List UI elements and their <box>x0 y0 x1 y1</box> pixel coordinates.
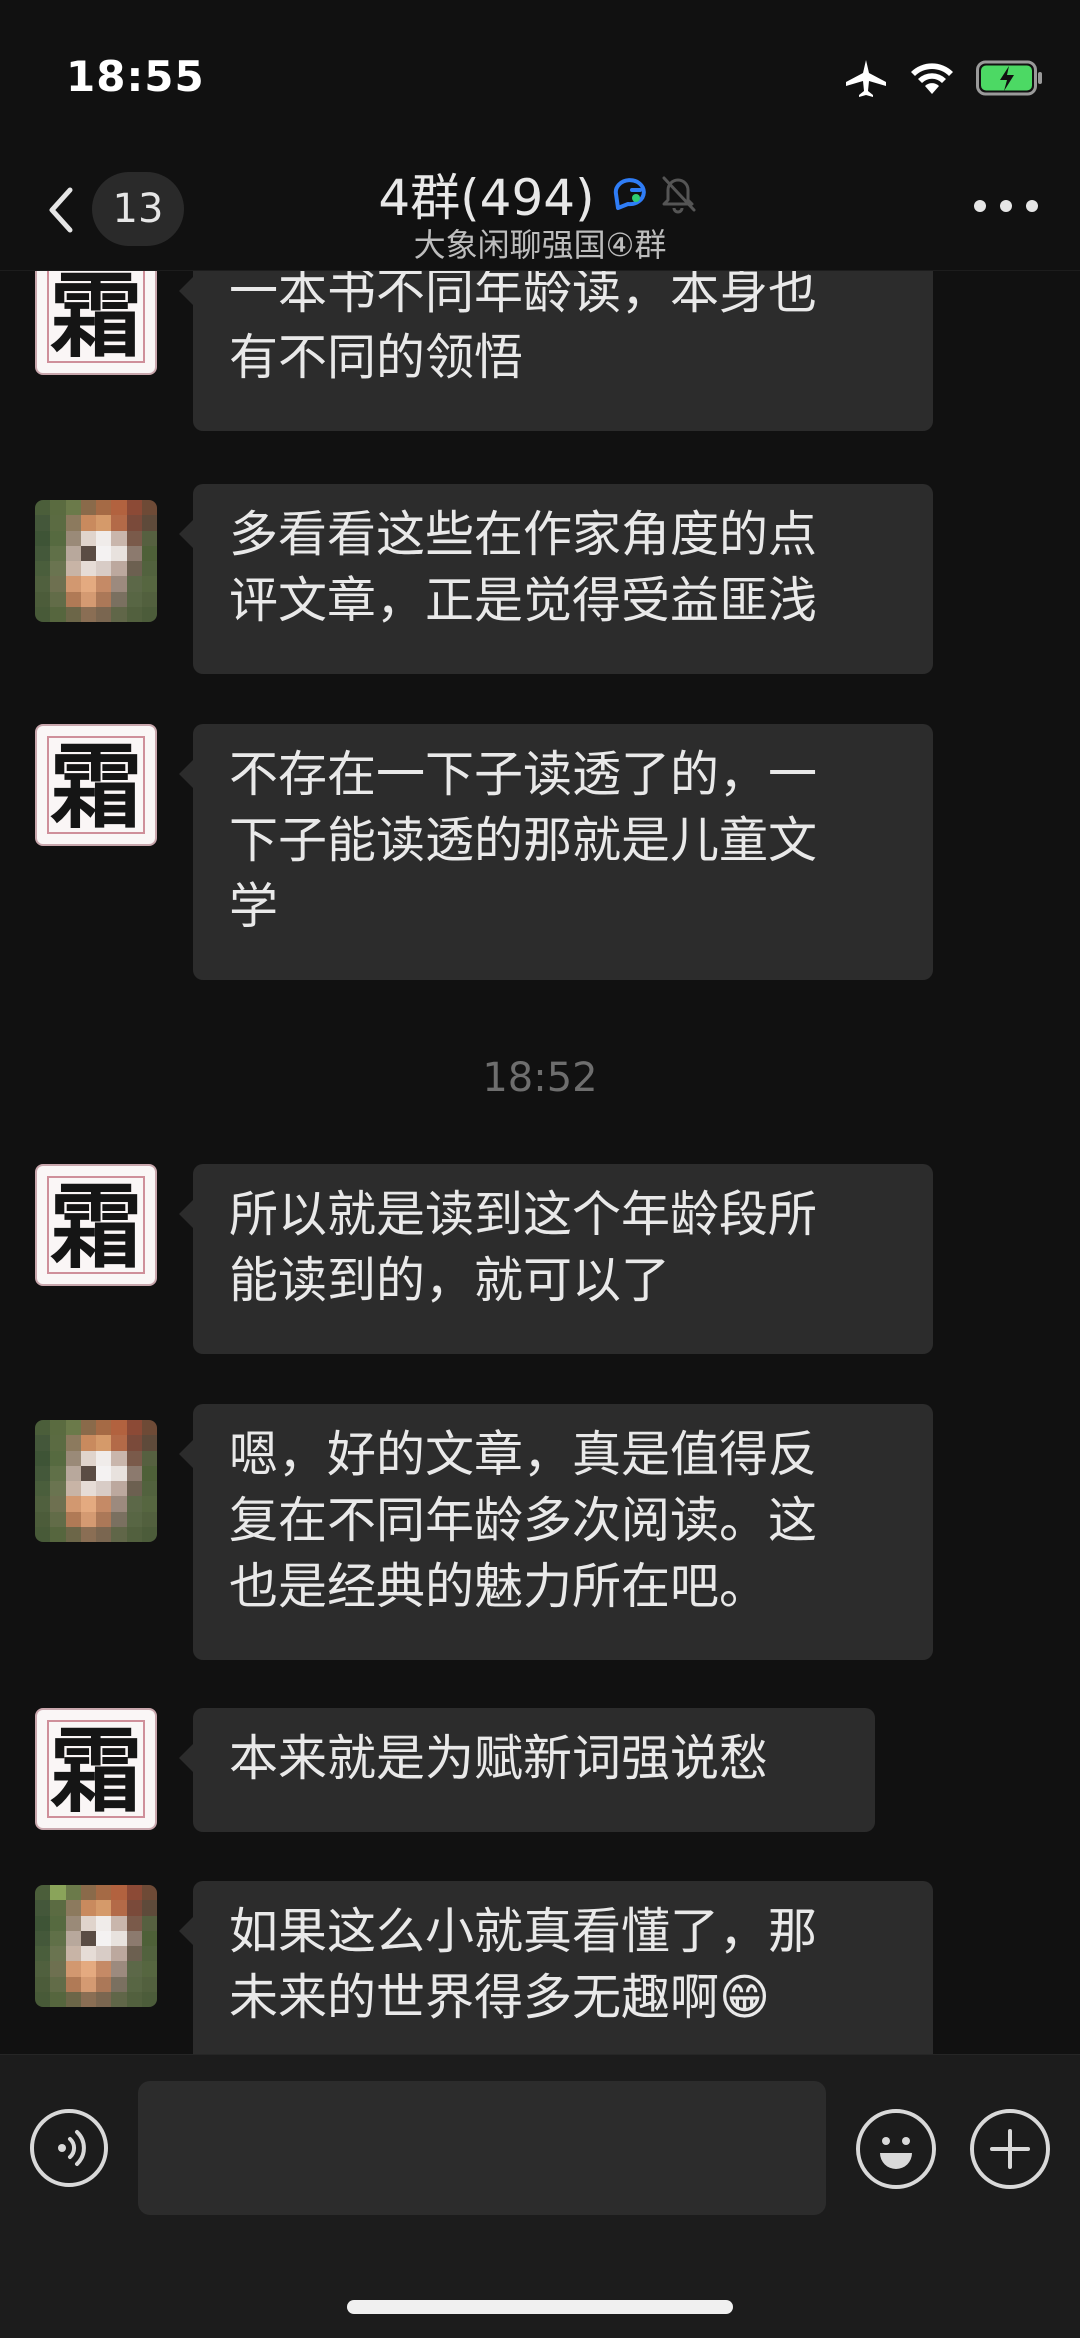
status-icons <box>844 58 1044 98</box>
avatar[interactable] <box>35 500 157 622</box>
message-bubble[interactable]: 不存在一下子读透了的，一 下子能读透的那就是儿童文 学 <box>179 724 933 980</box>
input-bar <box>0 2054 1080 2338</box>
avatar-char: 霜 <box>49 1717 142 1825</box>
mute-bell-icon <box>662 176 696 214</box>
message-bubble[interactable]: 如果这么小就真看懂了，那 未来的世界得多无趣啊😁 <box>179 1881 933 2054</box>
message-input[interactable] <box>138 2081 826 2215</box>
status-time: 18:55 <box>66 52 205 101</box>
message-bubble[interactable]: 多看看这些在作家角度的点 评文章，正是觉得受益匪浅 <box>179 484 933 674</box>
avatar[interactable]: 霜 <box>35 1708 157 1830</box>
chat-screen: 18:55 13 4群(494) 大象闲聊强国④群 霜 一本书不同年龄读，本身也… <box>0 0 1080 2338</box>
group-chat-icon <box>613 178 646 210</box>
battery-charging-icon <box>976 60 1044 96</box>
avatar[interactable]: 霜 <box>35 271 157 375</box>
voice-icon[interactable] <box>30 2109 108 2187</box>
avatar[interactable]: 霜 <box>35 724 157 846</box>
message-bubble[interactable]: 本来就是为赋新词强说愁 <box>179 1708 875 1832</box>
avatar-char: 霜 <box>49 271 142 370</box>
avatar[interactable]: 霜 <box>35 1164 157 1286</box>
message-bubble[interactable]: 所以就是读到这个年龄段所 能读到的，就可以了 <box>179 1164 933 1354</box>
avatar-char: 霜 <box>49 733 142 841</box>
avatar[interactable] <box>35 1885 157 2007</box>
wifi-icon <box>910 61 954 95</box>
message-bubble[interactable]: 一本书不同年龄读，本身也 有不同的领悟 <box>179 271 933 431</box>
timestamp-separator: 18:52 <box>482 1055 598 1101</box>
title-icons <box>606 168 702 220</box>
avatar-char: 霜 <box>49 1173 142 1281</box>
chat-subtitle: 大象闲聊强国④群 <box>413 226 667 264</box>
home-indicator[interactable] <box>347 2300 733 2314</box>
plus-icon[interactable] <box>970 2109 1050 2189</box>
emoji-icon[interactable] <box>856 2109 936 2189</box>
message-bubble[interactable]: 嗯，好的文章，真是值得反 复在不同年龄多次阅读。这 也是经典的魅力所在吧。 <box>179 1404 933 1660</box>
message-list[interactable]: 霜 一本书不同年龄读，本身也 有不同的领悟 多看看这些在作家角度的点 评文章，正… <box>0 271 1080 2054</box>
chat-header: 13 4群(494) 大象闲聊强国④群 <box>0 150 1080 271</box>
avatar[interactable] <box>35 1420 157 1542</box>
airplane-icon <box>844 58 888 98</box>
status-bar: 18:55 <box>0 0 1080 150</box>
more-icon[interactable] <box>974 194 1044 218</box>
